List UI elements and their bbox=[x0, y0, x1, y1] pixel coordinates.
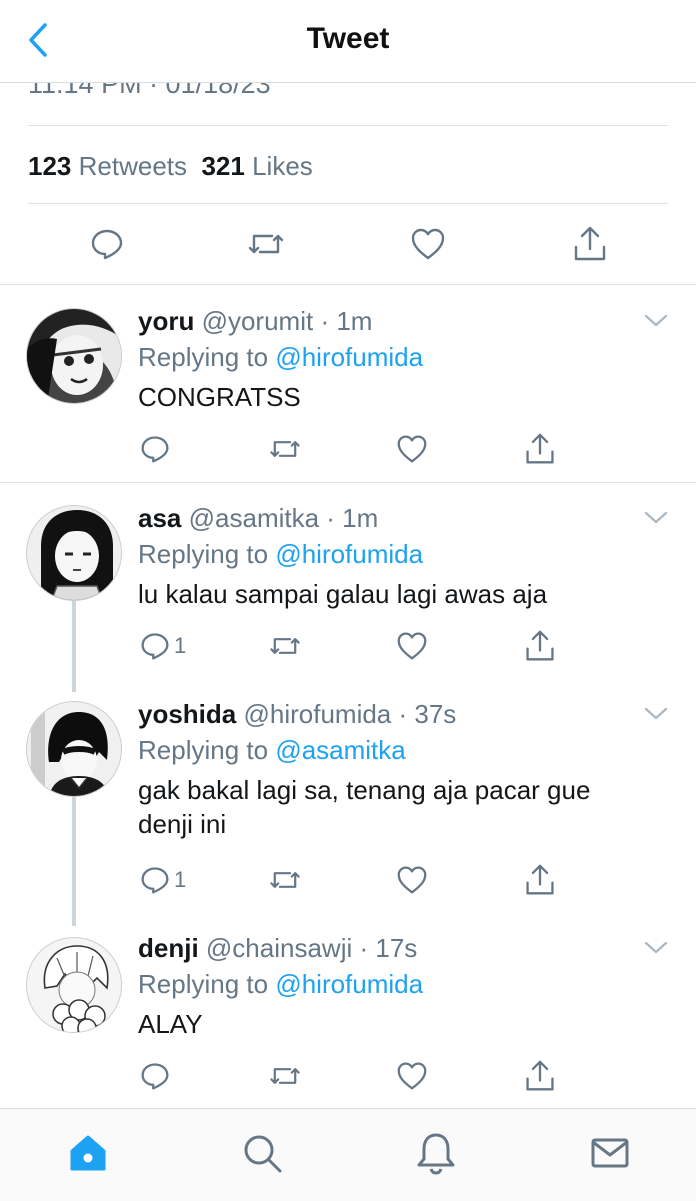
avatar[interactable] bbox=[26, 505, 122, 601]
replying-to: Replying to @hirofumida bbox=[138, 539, 424, 569]
reply-meta: yoshida @hirofumida · 37s bbox=[138, 699, 457, 729]
like-icon[interactable] bbox=[410, 227, 446, 261]
mention-link[interactable]: @hirofumida bbox=[275, 539, 423, 569]
reply-tweet[interactable]: yoru @yorumit · 1m Replying to @hirofumi… bbox=[0, 306, 696, 482]
search-icon[interactable] bbox=[240, 1131, 284, 1175]
avatar[interactable] bbox=[26, 937, 122, 1033]
replying-to: Replying to @hirofumida bbox=[138, 969, 424, 999]
replying-to: Replying to @hirofumida bbox=[138, 342, 424, 372]
share-icon[interactable] bbox=[524, 863, 556, 897]
reply-icon[interactable] bbox=[90, 227, 124, 261]
share-icon[interactable] bbox=[524, 432, 556, 466]
author-handle[interactable]: @asamitka bbox=[189, 503, 319, 533]
retweet-icon[interactable] bbox=[246, 227, 286, 261]
avatar[interactable] bbox=[26, 701, 122, 797]
likes-count[interactable]: 321 bbox=[201, 151, 244, 181]
reply-count: 1 bbox=[174, 867, 187, 892]
like-icon[interactable] bbox=[396, 631, 428, 661]
like-icon[interactable] bbox=[396, 865, 428, 895]
author-name[interactable]: yoshida bbox=[138, 699, 236, 729]
reply-time: 1m bbox=[342, 503, 379, 533]
author-name[interactable]: asa bbox=[138, 503, 181, 533]
top-nav-bar: Tweet bbox=[0, 0, 696, 83]
like-icon[interactable] bbox=[396, 1061, 428, 1091]
reply-meta: denji @chainsawji · 17s bbox=[138, 933, 418, 963]
reply-count: 1 bbox=[174, 633, 187, 658]
reply-meta: asa @asamitka · 1m bbox=[138, 503, 379, 533]
replying-to: Replying to @asamitka bbox=[138, 735, 406, 765]
reply-icon[interactable] bbox=[140, 434, 174, 464]
reply-meta: yoru @yorumit · 1m bbox=[138, 306, 373, 336]
retweet-icon[interactable] bbox=[268, 865, 302, 895]
reply-text: ALAY bbox=[138, 1009, 203, 1039]
reply-time: 1m bbox=[336, 306, 373, 336]
chevron-down-icon[interactable] bbox=[644, 511, 668, 525]
like-icon[interactable] bbox=[396, 434, 428, 464]
reply-tweet[interactable]: yoshida @hirofumida · 37s Replying to @a… bbox=[0, 699, 696, 925]
retweet-icon[interactable] bbox=[268, 434, 302, 464]
page-title: Tweet bbox=[306, 22, 390, 55]
retweets-count[interactable]: 123 bbox=[28, 151, 71, 181]
reply-icon[interactable]: 1 bbox=[140, 865, 186, 895]
divider bbox=[0, 284, 696, 285]
reply-text: CONGRATSS bbox=[138, 382, 301, 412]
chevron-down-icon[interactable] bbox=[644, 941, 668, 955]
tweet-stats: 123 Retweets 321 Likes bbox=[28, 151, 313, 182]
chevron-down-icon[interactable] bbox=[644, 707, 668, 721]
messages-icon[interactable] bbox=[588, 1131, 632, 1175]
author-handle[interactable]: @yorumit bbox=[202, 306, 314, 336]
divider bbox=[0, 482, 696, 483]
chevron-down-icon[interactable] bbox=[644, 314, 668, 328]
author-name[interactable]: denji bbox=[138, 933, 199, 963]
reply-icon[interactable]: 1 bbox=[140, 631, 186, 661]
mention-link[interactable]: @asamitka bbox=[275, 735, 405, 765]
share-icon[interactable] bbox=[524, 629, 556, 663]
divider bbox=[28, 125, 668, 126]
notifications-icon[interactable] bbox=[414, 1131, 458, 1175]
avatar[interactable] bbox=[26, 308, 122, 404]
author-name[interactable]: yoru bbox=[138, 306, 194, 336]
reply-text: gak bakal lagi sa, tenang aja pacar gue … bbox=[138, 775, 591, 839]
retweet-icon[interactable] bbox=[268, 1061, 302, 1091]
reply-tweet[interactable]: denji @chainsawji · 17s Replying to @hir… bbox=[0, 933, 696, 1105]
share-icon[interactable] bbox=[524, 1059, 556, 1093]
author-handle[interactable]: @hirofumida bbox=[243, 699, 391, 729]
reply-icon[interactable] bbox=[140, 1061, 174, 1091]
tweet-timestamp: 11:14 PM · 01/18/23 bbox=[28, 83, 271, 99]
reply-time: 37s bbox=[414, 699, 457, 729]
home-icon[interactable] bbox=[66, 1131, 110, 1175]
share-icon[interactable] bbox=[572, 225, 608, 263]
mention-link[interactable]: @hirofumida bbox=[275, 342, 423, 372]
retweet-icon[interactable] bbox=[268, 631, 302, 661]
reply-text: lu kalau sampai galau lagi awas aja bbox=[138, 579, 548, 609]
bottom-tab-bar bbox=[0, 1108, 696, 1201]
reply-time: 17s bbox=[375, 933, 418, 963]
likes-label[interactable]: Likes bbox=[252, 151, 313, 181]
reply-tweet[interactable]: asa @asamitka · 1m Replying to @hirofumi… bbox=[0, 503, 696, 693]
divider bbox=[28, 203, 668, 204]
author-handle[interactable]: @chainsawji bbox=[206, 933, 352, 963]
retweets-label[interactable]: Retweets bbox=[79, 151, 187, 181]
mention-link[interactable]: @hirofumida bbox=[275, 969, 423, 999]
